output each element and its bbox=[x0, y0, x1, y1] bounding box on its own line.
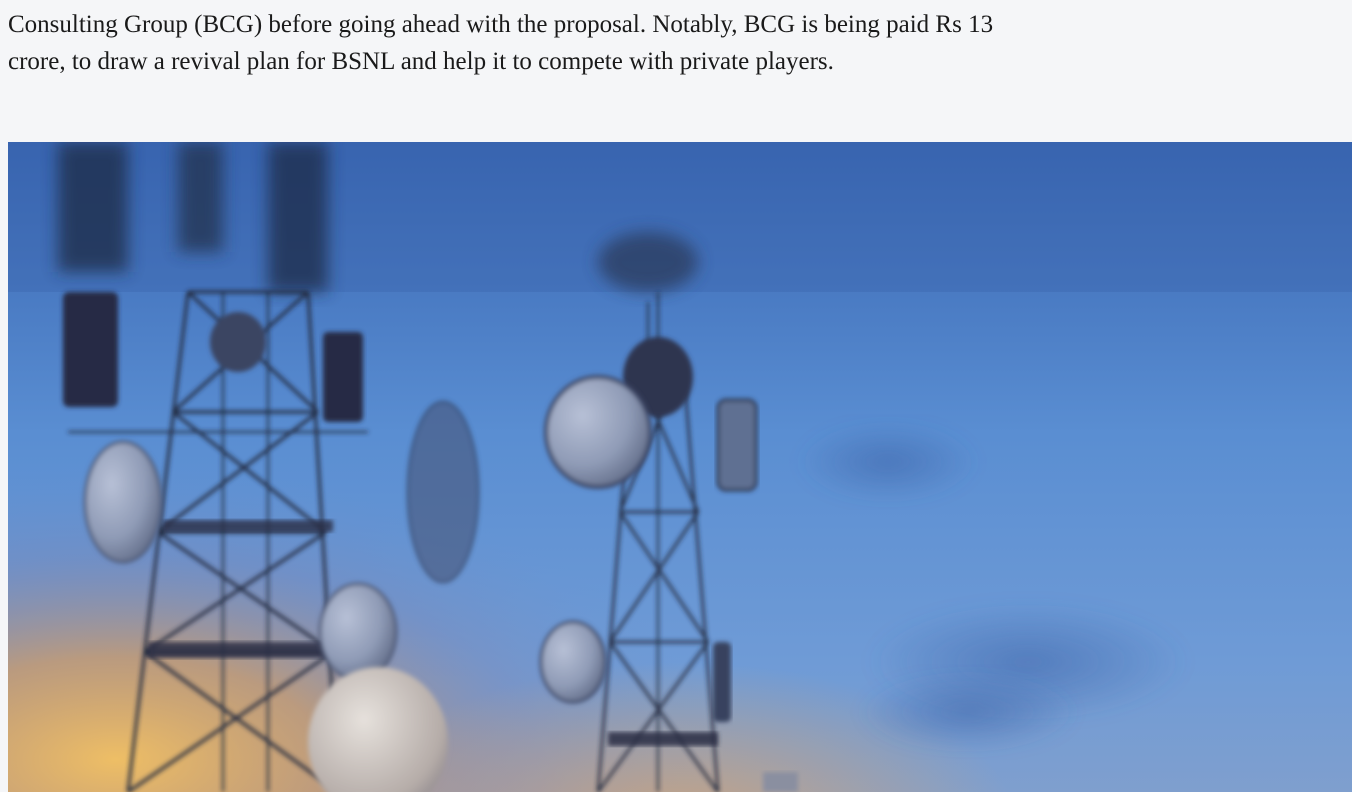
paragraph-line-1: Consulting Group (BCG) before going ahea… bbox=[8, 11, 994, 38]
article-paragraph: Consulting Group (BCG) before going ahea… bbox=[8, 6, 1348, 80]
telecom-towers-illustration bbox=[8, 142, 1352, 792]
article-hero-image bbox=[8, 142, 1352, 792]
paragraph-line-2: crore, to draw a revival plan for BSNL a… bbox=[8, 48, 834, 75]
article-page: Consulting Group (BCG) before going ahea… bbox=[0, 0, 1352, 792]
